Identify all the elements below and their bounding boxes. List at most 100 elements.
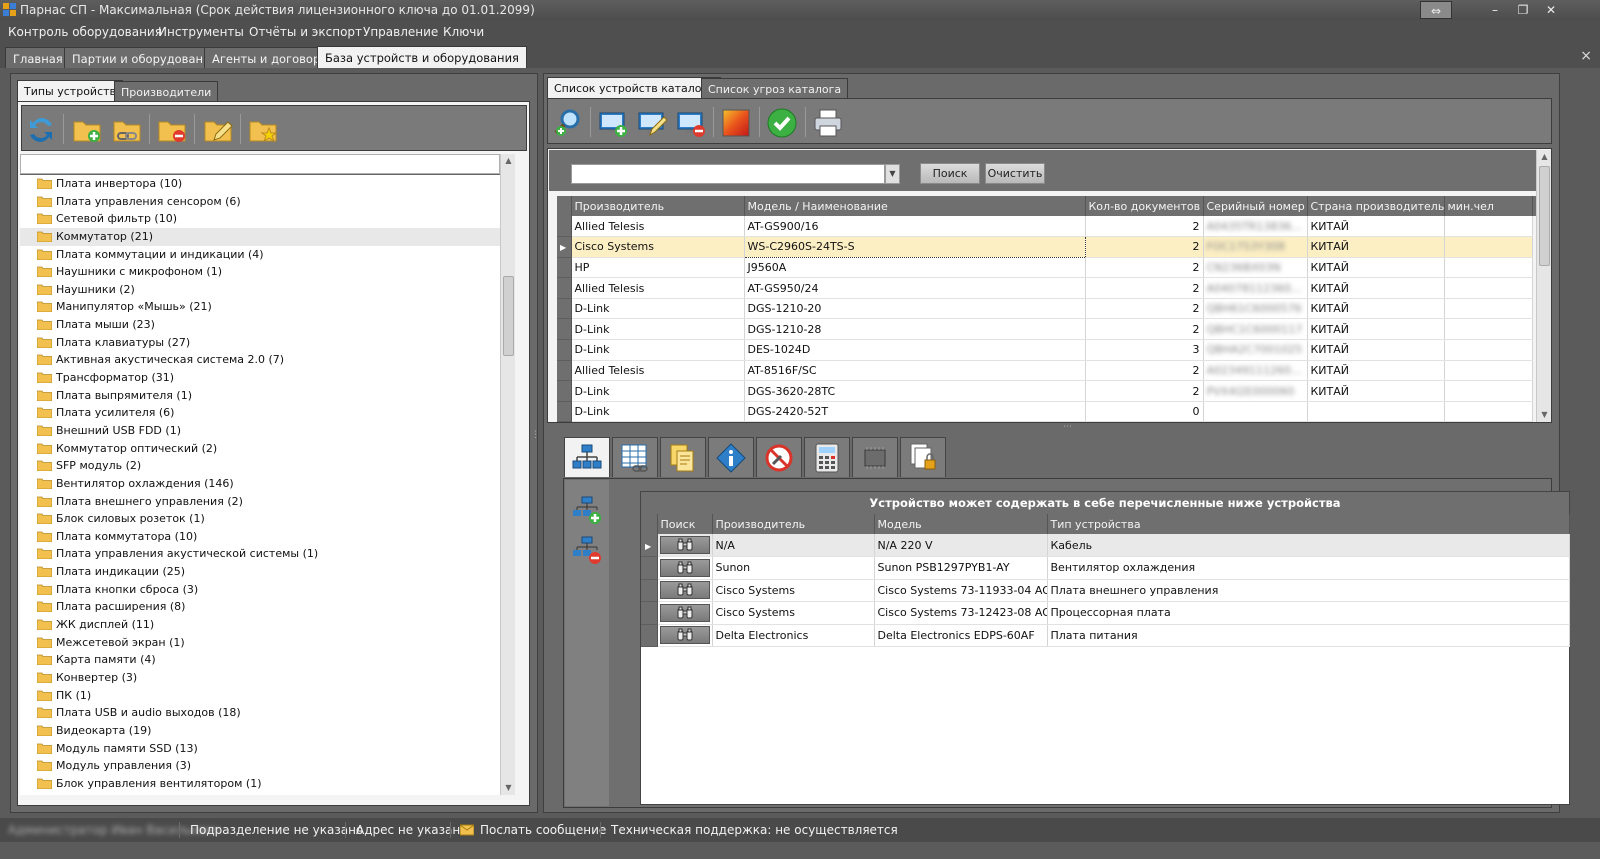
tree-item[interactable]: Модуль памяти SSD (13) — [20, 740, 500, 758]
tab-info[interactable] — [708, 437, 754, 477]
tab-calculator[interactable] — [804, 437, 850, 477]
tab-restrictions[interactable] — [756, 437, 802, 477]
tree-item[interactable]: Плата USB и audio выходов (18) — [20, 704, 500, 722]
tree-item[interactable]: Плата внешнего управления (2) — [20, 493, 500, 511]
tab-composition[interactable] — [564, 437, 610, 477]
composition-row[interactable]: Cisco Systems Cisco Systems 73-11933-04 A… — [641, 579, 1570, 602]
tree-item[interactable]: Активная акустическая система 2.0 (7) — [20, 351, 500, 369]
tree-item[interactable]: Видеокарта (19) — [20, 722, 500, 740]
delete-device-button[interactable] — [674, 106, 708, 140]
tree-item[interactable]: Плата кнопки сброса (3) — [20, 581, 500, 599]
column-header-maker[interactable]: Производитель — [571, 196, 745, 216]
tree-item[interactable]: Коммутатор (21) — [20, 227, 500, 246]
table-row[interactable]: HP J9560A 2 CN236BX03N КИТАЙ — [557, 257, 1536, 279]
table-row[interactable]: Allied Telesis AT-GS950/24 2 A04078112360..… — [557, 277, 1536, 299]
tree-item[interactable]: Плата управления сенсором (6) — [20, 193, 500, 211]
add-child-device-button[interactable] — [571, 495, 605, 529]
clear-button[interactable]: Очистить — [985, 163, 1045, 184]
tab-locked-docs[interactable] — [900, 437, 946, 477]
tree-item[interactable]: Межсетевой экран (1) — [20, 634, 500, 652]
tree-item[interactable]: Манипулятор «Мышь» (21) — [20, 298, 500, 316]
tab-agents[interactable]: Агенты и договора — [204, 47, 336, 68]
tree-item[interactable]: SFP модуль (2) — [20, 457, 500, 475]
favorite-type-button[interactable] — [246, 113, 280, 147]
search-button[interactable]: Поиск — [920, 163, 980, 184]
confirm-button[interactable] — [765, 106, 799, 140]
resize-button[interactable]: ⇔ — [1420, 1, 1452, 19]
tree-item[interactable]: Плата клавиатуры (27) — [20, 334, 500, 352]
composition-row[interactable]: Delta Electronics Delta Electronics EDPS-… — [641, 624, 1570, 647]
search-add-button[interactable] — [551, 106, 585, 140]
tree-item[interactable]: Конвертер (3) — [20, 669, 500, 687]
tab-manufacturers[interactable]: Производители — [114, 81, 219, 102]
column-header-min[interactable]: мин.чел — [1444, 196, 1533, 216]
scroll-down-icon[interactable]: ▼ — [1537, 408, 1552, 422]
tree-item[interactable]: Модуль управления (3) — [20, 757, 500, 775]
table-row[interactable]: D-Link DGS-1210-28 2 QBHC1C6000117 КИТАЙ — [557, 318, 1536, 341]
refresh-button[interactable] — [24, 113, 58, 147]
close-button[interactable]: ✕ — [1538, 1, 1564, 19]
tree-item[interactable]: Наушники с микрофоном (1) — [20, 263, 500, 281]
table-row[interactable]: Allied Telesis AT-8516F/SC 2 A02349111260..… — [557, 360, 1536, 382]
tab-home[interactable]: Главная — [5, 47, 71, 68]
close-tab-icon[interactable]: × — [1580, 48, 1592, 64]
menu-management[interactable]: Управление — [363, 25, 438, 39]
tree-item[interactable]: Трансформатор (31) — [20, 369, 500, 387]
tree-item[interactable]: ЖК дисплей (11) — [20, 616, 500, 634]
table-row[interactable]: D-Link DES-1024D 3 QBHA2C7001025 КИТАЙ — [557, 339, 1536, 361]
column-header-search[interactable]: Поиск — [657, 514, 713, 534]
composition-row[interactable]: ▶ N/A N/A 220 V Кабель — [641, 534, 1570, 557]
send-message-link[interactable]: Послать сообщение — [480, 823, 606, 837]
table-row[interactable]: Allied Telesis AT-GS900/16 2 A0435TR13836..… — [557, 216, 1536, 238]
tree-filter-input[interactable] — [20, 154, 500, 174]
vertical-splitter[interactable]: ⋮ — [531, 430, 540, 440]
tree-item[interactable]: Карта памяти (4) — [20, 651, 500, 669]
print-button[interactable] — [811, 106, 845, 140]
tree-item[interactable]: Плата усилителя (6) — [20, 404, 500, 422]
color-image-button[interactable] — [719, 106, 753, 140]
tree-item[interactable]: Коммутатор оптический (2) — [20, 440, 500, 458]
tab-device-database[interactable]: База устройств и оборудования — [317, 46, 527, 68]
add-device-button[interactable] — [596, 106, 630, 140]
scroll-down-icon[interactable]: ▼ — [501, 781, 516, 795]
catalog-scrollbar[interactable]: ▲ ▼ — [1536, 150, 1551, 422]
add-type-button[interactable] — [70, 113, 104, 147]
column-header-maker[interactable]: Производитель — [712, 514, 875, 534]
composition-row[interactable]: Sunon Sunon PSB1297PYB1-AY Вентилятор охла… — [641, 556, 1570, 580]
tree-item[interactable]: Плата выпрямителя (1) — [20, 387, 500, 405]
column-header-model[interactable]: Модель / Наименование — [744, 196, 1086, 216]
tree-item[interactable]: Вентилятор охлаждения (146) — [20, 475, 500, 493]
composition-row[interactable]: Cisco Systems Cisco Systems 73-12423-08 A… — [641, 601, 1570, 625]
link-type-button[interactable] — [110, 113, 144, 147]
column-header-country[interactable]: Страна производитель — [1307, 196, 1445, 216]
delete-type-button[interactable] — [155, 113, 189, 147]
tree-item[interactable]: Плата инвертора (10) — [20, 175, 500, 193]
restore-button[interactable]: ❐ — [1510, 1, 1536, 19]
binoculars-search-button[interactable] — [659, 603, 710, 622]
binoculars-search-button[interactable] — [659, 536, 710, 554]
column-header-serial[interactable]: Серийный номер — [1203, 196, 1308, 216]
tab-documents[interactable] — [660, 437, 706, 477]
tree-item[interactable]: Плата управления акустической системы (1… — [20, 545, 500, 563]
remove-child-device-button[interactable] — [571, 535, 605, 569]
menu-tools[interactable]: Инструменты — [158, 25, 244, 39]
table-row[interactable]: ▶ Cisco Systems WS-C2960S-24TS-S 2 FOC1753Y3… — [557, 236, 1536, 258]
tree-item[interactable]: ПК (1) — [20, 687, 500, 705]
tree-scrollbar[interactable]: ▲ ▼ — [500, 154, 515, 795]
tab-bios[interactable] — [852, 437, 898, 477]
tab-batches[interactable]: Партии и оборудование — [64, 47, 226, 68]
scroll-up-icon[interactable]: ▲ — [1537, 150, 1552, 164]
tree-item[interactable]: Плата коммутатора (10) — [20, 528, 500, 546]
tree-item[interactable]: Внешний USB FDD (1) — [20, 422, 500, 440]
edit-device-button[interactable] — [635, 106, 669, 140]
tab-device-types[interactable]: Типы устройств — [17, 80, 124, 101]
minimize-button[interactable]: – — [1482, 1, 1508, 19]
menu-reports[interactable]: Отчёты и экспорт — [249, 25, 362, 39]
scroll-thumb[interactable] — [1539, 166, 1550, 266]
table-row[interactable]: D-Link DGS-2420-52T 0 — [557, 401, 1536, 423]
menu-keys[interactable]: Ключи — [443, 25, 484, 39]
menu-equipment-control[interactable]: Контроль оборудования — [8, 25, 162, 39]
tab-catalog-devices[interactable]: Список устройств каталога — [547, 77, 722, 98]
table-row[interactable]: D-Link DGS-1210-20 2 QBH61C6000576 КИТАЙ — [557, 298, 1536, 320]
chevron-down-icon[interactable]: ▼ — [885, 164, 900, 184]
